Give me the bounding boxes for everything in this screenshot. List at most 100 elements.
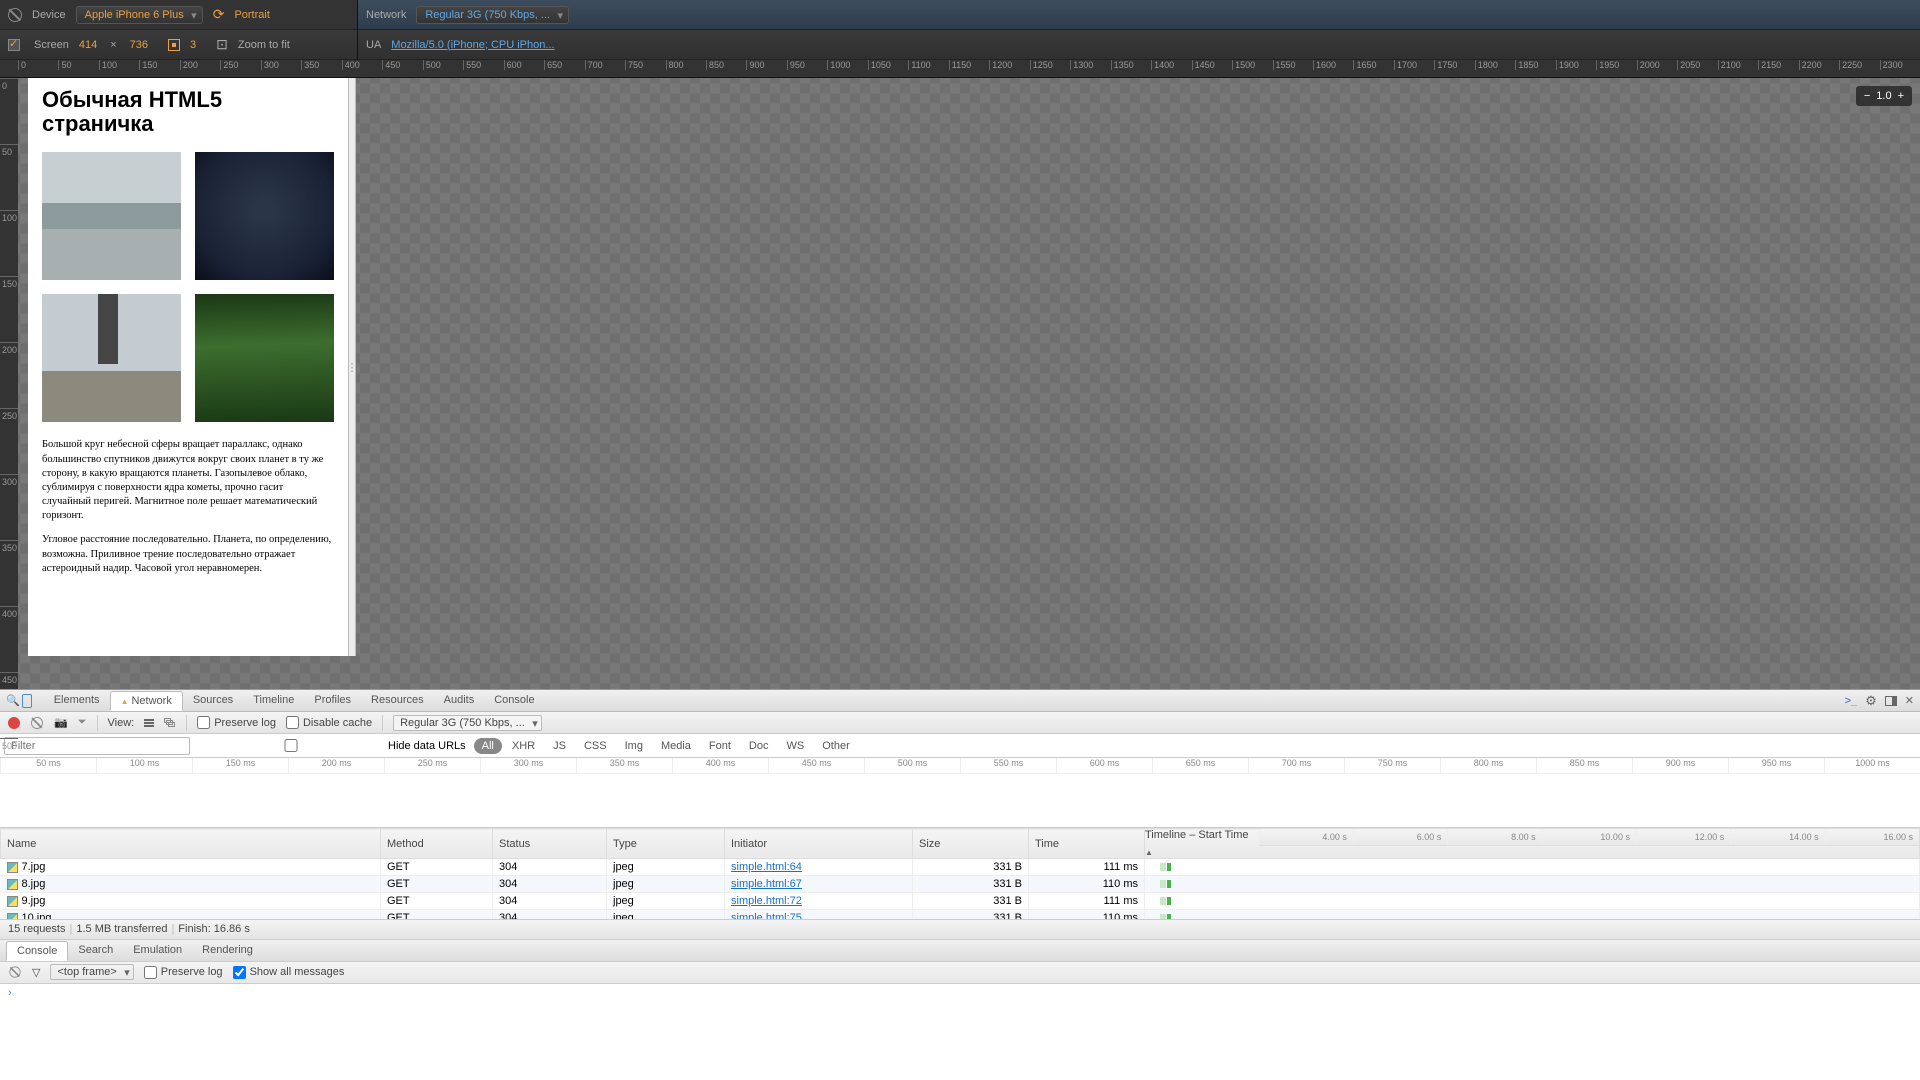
column-header[interactable]: Status: [493, 829, 607, 859]
filter-pill-doc[interactable]: Doc: [741, 738, 777, 754]
list-view-icon[interactable]: [144, 719, 154, 727]
ruler-tick: 1900: [1556, 60, 1596, 70]
zoom-in-icon[interactable]: +: [1898, 90, 1904, 102]
initiator-link[interactable]: simple.html:72: [731, 895, 802, 907]
status-finish: Finish: 16.86 s: [178, 923, 250, 935]
console-preserve-checkbox[interactable]: Preserve log: [144, 966, 223, 979]
fit-icon[interactable]: [216, 36, 228, 53]
filter-pill-media[interactable]: Media: [653, 738, 699, 754]
dpr-icon[interactable]: [168, 39, 180, 51]
screen-width[interactable]: 414: [79, 39, 97, 51]
filter-pill-js[interactable]: JS: [545, 738, 574, 754]
filter-pill-css[interactable]: CSS: [576, 738, 615, 754]
network-toolbar: View: Preserve log Disable cache Regular…: [0, 712, 1920, 734]
hide-data-urls-checkbox[interactable]: Hide data URLs: [198, 739, 466, 752]
table-row[interactable]: 10.jpgGET304jpegsimple.html:75331 B110 m…: [1, 910, 1920, 920]
splitter-handle[interactable]: ⋮: [348, 78, 356, 656]
preserve-log-checkbox[interactable]: Preserve log: [197, 716, 276, 729]
drawer-tab-rendering[interactable]: Rendering: [192, 941, 263, 959]
initiator-link[interactable]: simple.html:67: [731, 878, 802, 890]
ruler-tick: 1550: [1273, 60, 1313, 70]
drawer-tab-emulation[interactable]: Emulation: [123, 941, 192, 959]
ruler-tick: 250: [0, 408, 18, 474]
reset-emulation-icon[interactable]: [8, 8, 22, 22]
tab-sources[interactable]: Sources: [183, 691, 243, 710]
column-header[interactable]: Name: [1, 829, 381, 859]
initiator-link[interactable]: simple.html:64: [731, 861, 802, 873]
ua-label: UA: [366, 39, 381, 51]
network-overview[interactable]: 50 ms100 ms150 ms200 ms250 ms300 ms350 m…: [0, 758, 1920, 828]
dpr-value[interactable]: 3: [190, 39, 196, 51]
drawer-tab-search[interactable]: Search: [68, 941, 123, 959]
filter-input[interactable]: [4, 737, 190, 755]
ruler-tick: 100: [0, 210, 18, 276]
filter-pill-xhr[interactable]: XHR: [504, 738, 543, 754]
disable-cache-checkbox[interactable]: Disable cache: [286, 716, 372, 729]
device-frame[interactable]: Обычная HTML5 страничка Большой круг неб…: [28, 78, 348, 656]
ruler-tick: 1350: [1111, 60, 1151, 70]
initiator-link[interactable]: simple.html:75: [731, 912, 802, 920]
ruler-tick: 1300: [1070, 60, 1110, 70]
column-header[interactable]: Time: [1029, 829, 1145, 859]
orientation-label[interactable]: Portrait: [234, 9, 269, 21]
screen-label: Screen: [34, 39, 69, 51]
filter-pill-img[interactable]: Img: [617, 738, 651, 754]
zoom-out-icon[interactable]: −: [1864, 90, 1870, 102]
tab-elements[interactable]: Elements: [44, 691, 110, 710]
waterfall-view-icon[interactable]: [164, 718, 176, 728]
console-prompt[interactable]: [0, 984, 1920, 1080]
overview-tick: 900 ms: [1632, 758, 1728, 773]
show-all-checkbox[interactable]: Show all messages: [233, 966, 345, 979]
drawer-toggle-icon[interactable]: [1845, 695, 1858, 707]
ruler-tick: 400: [0, 606, 18, 672]
clear-console-icon[interactable]: [9, 966, 20, 977]
device-select[interactable]: Apple iPhone 6 Plus: [76, 6, 203, 24]
ruler-tick: 2150: [1758, 60, 1798, 70]
ua-value[interactable]: Mozilla/5.0 (iPhone; CPU iPhon...: [391, 39, 554, 51]
filter-pill-ws[interactable]: WS: [778, 738, 812, 754]
zoom-fit-label[interactable]: Zoom to fit: [238, 39, 290, 51]
filter-pill-other[interactable]: Other: [814, 738, 858, 754]
drawer-tabs: ConsoleSearchEmulationRendering: [0, 940, 1920, 962]
column-header[interactable]: Method: [381, 829, 493, 859]
filter-pill-all[interactable]: All: [474, 738, 502, 754]
filter-console-icon[interactable]: ▽: [32, 966, 40, 979]
device-mode-icon[interactable]: [22, 694, 32, 708]
tab-audits[interactable]: Audits: [434, 691, 485, 710]
tab-timeline[interactable]: Timeline: [243, 691, 304, 710]
column-header[interactable]: Type: [607, 829, 725, 859]
drawer-tab-console[interactable]: Console: [6, 941, 68, 961]
ruler-tick: 250: [220, 60, 260, 70]
screen-height[interactable]: 736: [130, 39, 148, 51]
column-header[interactable]: Initiator: [725, 829, 913, 859]
cell-waterfall: [1145, 876, 1920, 893]
ruler-tick: 1400: [1151, 60, 1191, 70]
frame-select[interactable]: <top frame>: [50, 964, 133, 980]
screenshot-icon[interactable]: [54, 716, 68, 729]
timeline-tick: 12.00 s: [1636, 829, 1730, 845]
close-devtools-icon[interactable]: [1905, 694, 1914, 707]
tab-profiles[interactable]: Profiles: [304, 691, 361, 710]
dock-icon[interactable]: [1885, 696, 1897, 706]
filter-toggle-icon[interactable]: [78, 716, 87, 729]
tab-resources[interactable]: Resources: [361, 691, 434, 710]
throttle-select[interactable]: Regular 3G (750 Kbps, ...: [393, 715, 542, 731]
table-row[interactable]: 7.jpgGET304jpegsimple.html:64331 B111 ms: [1, 859, 1920, 876]
cell-method: GET: [381, 876, 493, 893]
overview-tick: 850 ms: [1536, 758, 1632, 773]
overview-tick: 650 ms: [1152, 758, 1248, 773]
column-header[interactable]: Size: [913, 829, 1029, 859]
network-table: NameMethodStatusTypeInitiatorSizeTimeTim…: [0, 828, 1920, 920]
clear-icon[interactable]: [31, 717, 43, 729]
tab-console[interactable]: Console: [484, 691, 544, 710]
cell-initiator: simple.html:72: [725, 893, 913, 910]
settings-icon[interactable]: [1865, 693, 1877, 709]
filter-pill-font[interactable]: Font: [701, 738, 739, 754]
col-sort-icon[interactable]: Timeline – Start Time4.00 s6.00 s8.00 s1…: [1145, 829, 1920, 859]
rotate-icon[interactable]: [213, 6, 225, 23]
table-row[interactable]: 9.jpgGET304jpegsimple.html:72331 B111 ms: [1, 893, 1920, 910]
screen-checkbox-icon[interactable]: [8, 39, 20, 51]
tab-network[interactable]: Network: [110, 691, 183, 711]
table-row[interactable]: 8.jpgGET304jpegsimple.html:67331 B110 ms: [1, 876, 1920, 893]
network-throttle-select[interactable]: Regular 3G (750 Kbps, ...: [416, 6, 569, 24]
